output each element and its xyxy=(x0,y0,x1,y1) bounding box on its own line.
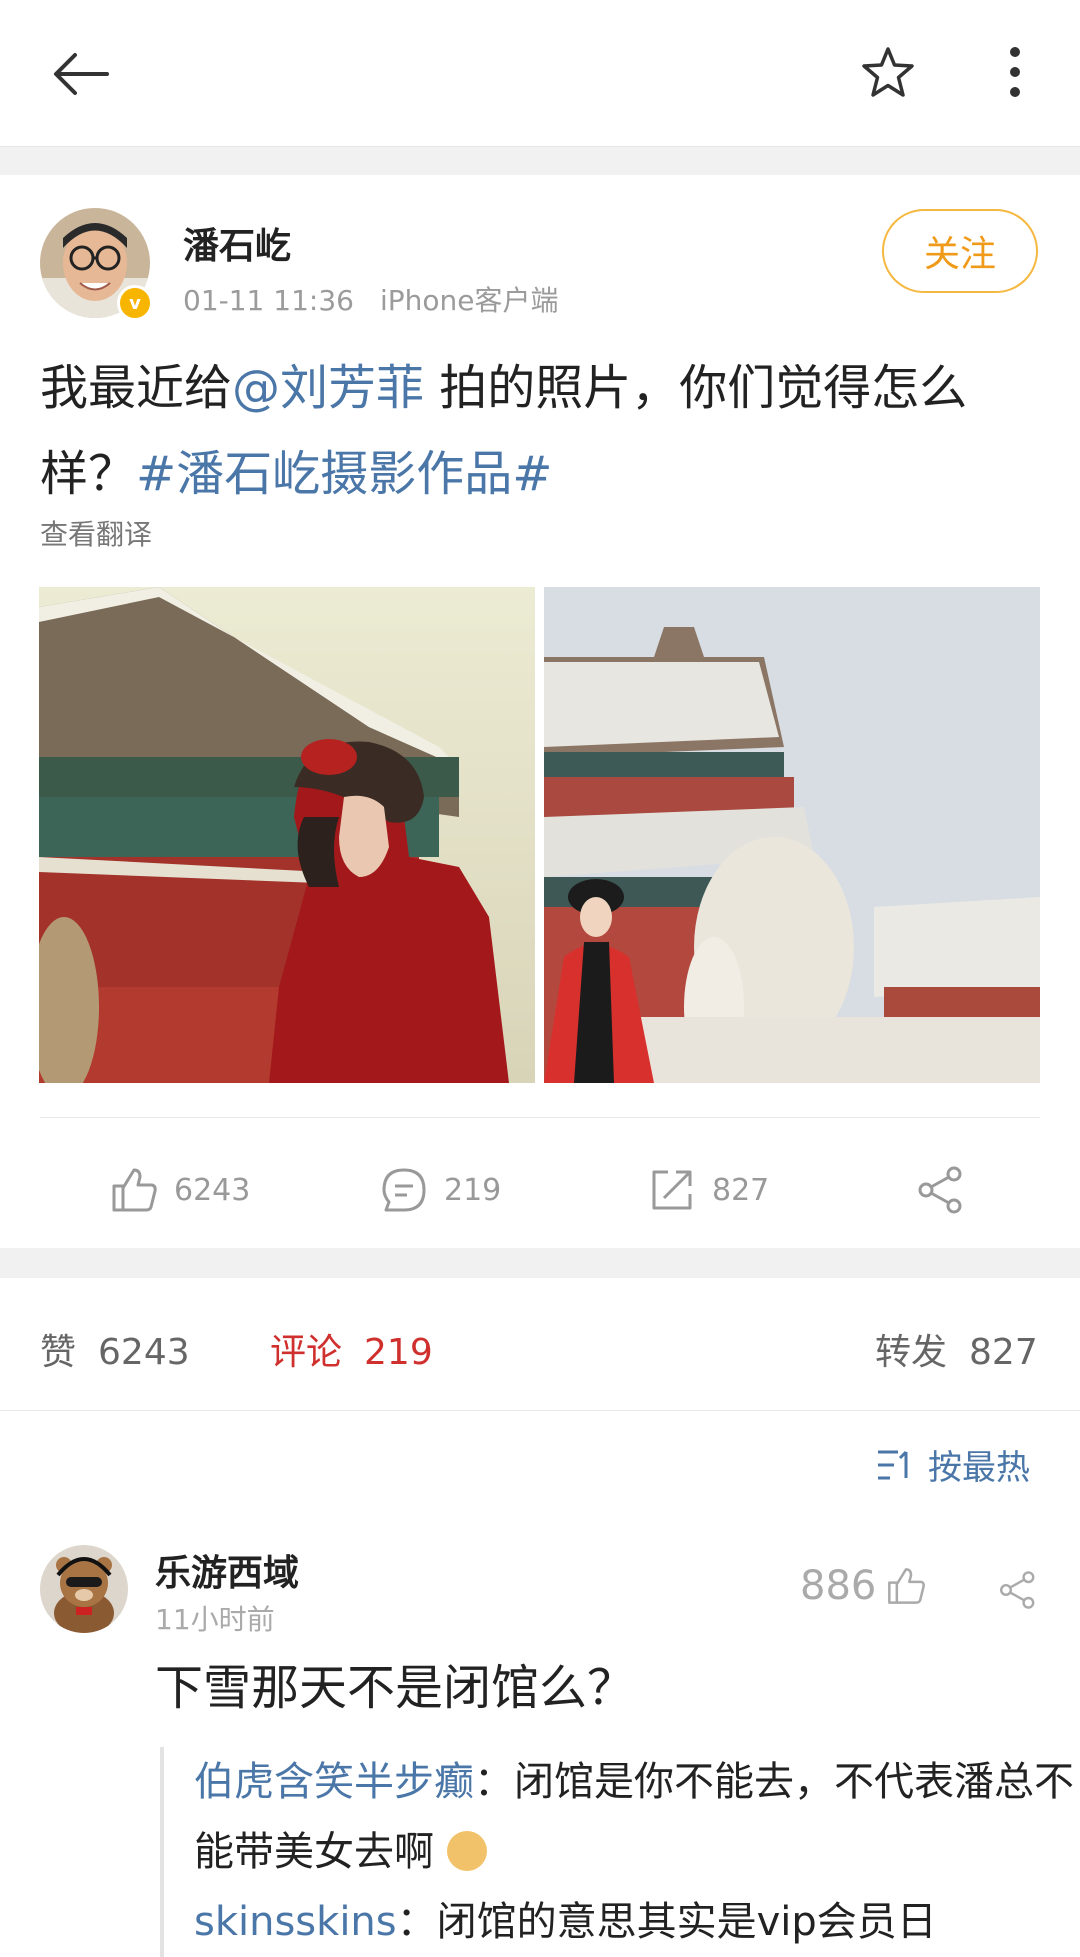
tab-count: 6243 xyxy=(98,1332,190,1373)
post-meta: 01-11 11:36 iPhone客户端 xyxy=(183,279,558,319)
like-count: 6243 xyxy=(174,1172,251,1208)
comment-count: 219 xyxy=(444,1172,502,1208)
comment-like-button[interactable]: 886 xyxy=(800,1563,926,1609)
stats-tabs: 赞 6243 评论 219 转发 827 xyxy=(0,1278,1080,1411)
arrow-left-icon xyxy=(54,53,109,95)
sort-icon xyxy=(878,1450,908,1479)
top-bar xyxy=(0,0,1080,147)
commenter-avatar[interactable] xyxy=(40,1545,128,1633)
more-vertical-icon xyxy=(1010,47,1020,97)
share-icon xyxy=(1000,1571,1035,1609)
back-button[interactable] xyxy=(40,34,120,114)
star-icon xyxy=(862,47,914,97)
translate-link[interactable]: 查看翻译 xyxy=(40,513,152,553)
tab-label: 转发 xyxy=(875,1332,948,1373)
commenter-name[interactable]: 乐游西域 xyxy=(155,1544,299,1596)
comment-time: 11小时前 xyxy=(155,1603,275,1636)
tab-count: 827 xyxy=(969,1332,1038,1373)
reply-thread[interactable]: 伯虎含笑半步癫：闭馆是你不能去，不代表潘总不能带美女去啊 skinsskins：… xyxy=(160,1747,1074,1957)
share-icon xyxy=(918,1166,962,1214)
section-gap xyxy=(0,1248,1080,1278)
thumbs-up-icon xyxy=(888,1568,926,1604)
post-card: v 潘石屹 01-11 11:36 iPhone客户端 关注 我最近给@刘芳菲 拍… xyxy=(0,175,1080,1248)
mention-link[interactable]: @刘芳菲 xyxy=(232,360,424,416)
post-author[interactable]: 潘石屹 xyxy=(183,217,291,269)
comment-button[interactable]: 219 xyxy=(380,1150,501,1230)
like-button[interactable]: 6243 xyxy=(110,1150,250,1230)
comment-icon xyxy=(382,1168,426,1212)
post-text: 我最近给@刘芳菲 拍的照片，你们觉得怎么样？#潘石屹摄影作品# xyxy=(40,345,1050,517)
tab-label: 赞 xyxy=(40,1332,77,1373)
comment-text: 下雪那天不是闭馆么？ xyxy=(155,1660,636,1716)
comment-like-count: 886 xyxy=(800,1563,877,1609)
divider xyxy=(40,1117,1040,1118)
thumbs-up-icon xyxy=(112,1168,157,1212)
post-image[interactable] xyxy=(544,587,1040,1083)
post-time: 01-11 11:36 xyxy=(183,284,354,317)
post-text-part: 我最近给 xyxy=(40,360,233,416)
reply-item: 伯虎含笑半步癫：闭馆是你不能去，不代表潘总不能带美女去啊 xyxy=(194,1747,1074,1887)
section-gap xyxy=(0,147,1080,175)
reply-text: ：闭馆的意思其实是vip会员日 xyxy=(396,1899,937,1945)
follow-button[interactable]: 关注 xyxy=(882,209,1038,293)
comment-share-button[interactable] xyxy=(998,1570,1038,1614)
sort-label: 按最热 xyxy=(928,1448,1030,1488)
sort-button[interactable]: 按最热 xyxy=(876,1440,1030,1489)
reply-author[interactable]: 伯虎含笑半步癫 xyxy=(194,1759,474,1805)
repost-button[interactable]: 827 xyxy=(648,1150,769,1230)
tab-comments[interactable]: 评论 219 xyxy=(270,1323,433,1375)
verified-badge-icon: v xyxy=(117,285,153,321)
tab-reposts[interactable]: 转发 827 xyxy=(875,1323,1038,1375)
more-button[interactable] xyxy=(975,32,1055,112)
favorite-button[interactable] xyxy=(848,32,928,112)
doge-emoji-icon xyxy=(446,1831,487,1871)
share-button[interactable] xyxy=(916,1150,966,1230)
hashtag-link[interactable]: #潘石屹摄影作品# xyxy=(136,446,552,502)
tab-likes[interactable]: 赞 6243 xyxy=(40,1323,190,1375)
tab-label: 评论 xyxy=(270,1332,343,1373)
post-source: iPhone客户端 xyxy=(379,284,559,317)
post-image[interactable] xyxy=(39,587,535,1083)
tab-count: 219 xyxy=(364,1332,433,1373)
reply-author[interactable]: skinsskins xyxy=(194,1899,397,1945)
repost-count: 827 xyxy=(712,1172,770,1208)
reply-item: skinsskins：闭馆的意思其实是vip会员日 xyxy=(194,1887,1074,1957)
repost-icon xyxy=(652,1170,692,1210)
